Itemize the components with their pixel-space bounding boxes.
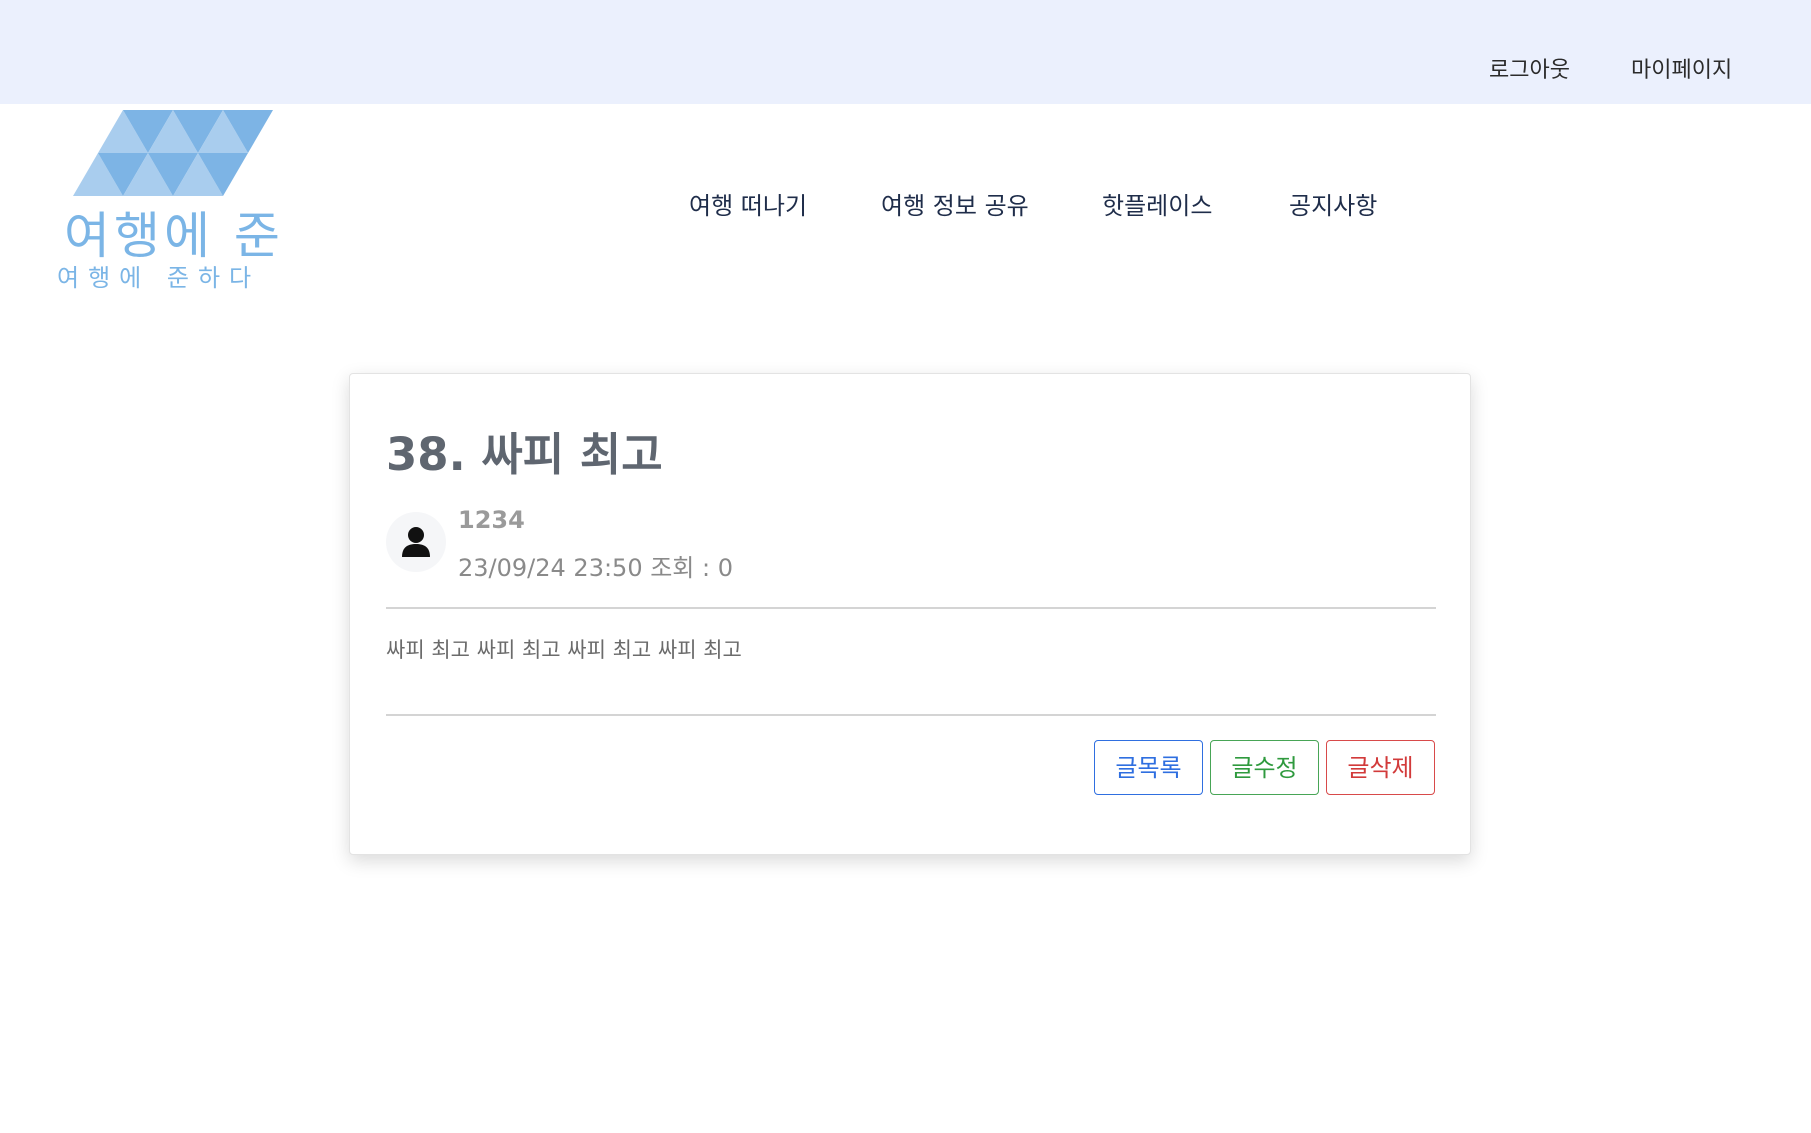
nav-item-travel[interactable]: 여행 떠나기 (689, 186, 807, 221)
logout-link[interactable]: 로그아웃 (1489, 52, 1570, 84)
divider (386, 607, 1436, 609)
mypage-link[interactable]: 마이페이지 (1631, 52, 1732, 84)
post-meta: 23/09/24 23:50 조회 : 0 (458, 554, 733, 582)
list-button[interactable]: 글목록 (1094, 740, 1203, 795)
nav-item-info-share[interactable]: 여행 정보 공유 (881, 186, 1029, 221)
post-title: 38. 싸피 최고 (386, 428, 663, 481)
post-card: 38. 싸피 최고 1234 23/09/24 23:50 조회 : 0 싸피 … (349, 373, 1471, 855)
nav-item-notice[interactable]: 공지사항 (1289, 186, 1377, 221)
logo-subtitle: 여행에 준하다 (57, 264, 261, 292)
edit-button[interactable]: 글수정 (1210, 740, 1319, 795)
avatar (386, 512, 446, 572)
post-content: 싸피 최고 싸피 최고 싸피 최고 싸피 최고 (386, 638, 742, 662)
divider (386, 714, 1436, 716)
delete-button[interactable]: 글삭제 (1326, 740, 1435, 795)
user-icon (402, 527, 430, 557)
nav-item-hotplace[interactable]: 핫플레이스 (1102, 186, 1212, 221)
top-bar: 로그아웃 마이페이지 (0, 0, 1811, 104)
post-author: 1234 (458, 506, 525, 534)
